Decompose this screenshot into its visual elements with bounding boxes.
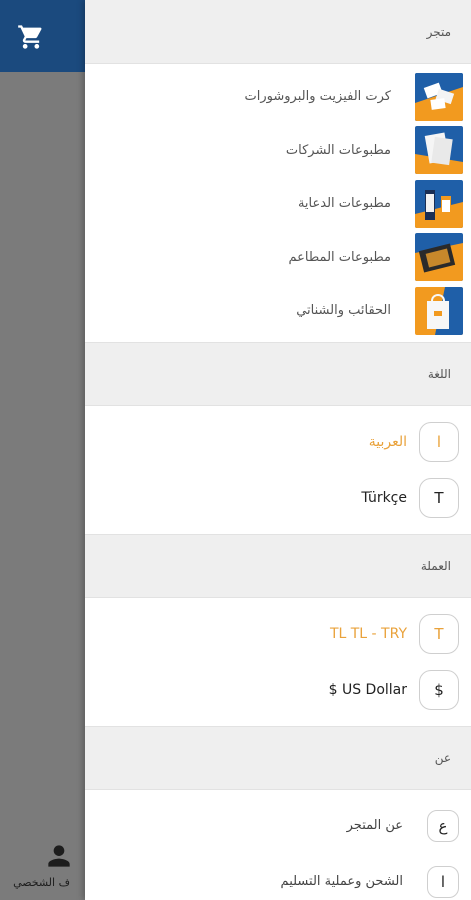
language-item-label: العربية <box>368 433 407 450</box>
language-item-turkish[interactable]: Türkçe T <box>85 470 471 526</box>
language-badge: ا <box>419 421 459 462</box>
currency-item-usd[interactable]: $ US Dollar $ <box>85 662 471 718</box>
bags-thumbnail <box>415 286 463 335</box>
store-item-bags[interactable]: الحقائب والشناتي <box>85 284 471 338</box>
about-item-shipping[interactable]: الشحن وعملية التسليم ا <box>85 854 471 900</box>
currency-list: TL TL - TRY T $ US Dollar $ <box>85 598 471 726</box>
about-item-label: عن المتجر <box>346 818 403 833</box>
language-section-title: اللغة <box>427 366 451 381</box>
store-section-title: متجر <box>426 24 451 39</box>
currency-item-label: TL TL - TRY <box>329 625 407 642</box>
about-badge: ع <box>427 809 459 842</box>
store-item-label: مطبوعات الشركات <box>285 142 391 158</box>
store-item-label: كرت الفيزيت والبروشورات <box>244 89 391 105</box>
store-item-restaurant-print[interactable]: مطبوعات المطاعم <box>85 231 471 285</box>
language-list: العربية ا Türkçe T <box>85 406 471 534</box>
navigation-drawer: متجر كرت الفيزيت والبروشورات مطبوعات الش… <box>85 0 471 900</box>
currency-item-label: $ US Dollar <box>328 681 407 698</box>
currency-badge: $ <box>419 669 459 710</box>
store-item-label: الحقائب والشناتي <box>296 303 391 319</box>
business-cards-thumbnail <box>415 72 463 121</box>
corporate-print-thumbnail <box>415 126 463 175</box>
person-icon <box>48 845 70 867</box>
store-item-label: مطبوعات الدعاية <box>297 196 391 212</box>
about-item-store[interactable]: عن المتجر ع <box>85 798 471 854</box>
shopping-cart-icon <box>18 25 42 49</box>
language-badge: T <box>419 477 459 518</box>
currency-badge: T <box>419 613 459 654</box>
about-item-label: الشحن وعملية التسليم <box>280 874 403 889</box>
restaurant-print-thumbnail <box>415 233 463 282</box>
store-section-header: متجر <box>85 0 471 64</box>
profile-tab[interactable]: ف الشخصي <box>0 836 88 900</box>
cart-button[interactable] <box>14 20 48 54</box>
advertising-print-thumbnail <box>415 179 463 228</box>
currency-section-header: العملة <box>85 533 471 598</box>
profile-tab-label: ف الشخصي <box>13 876 70 889</box>
store-item-advertising-print[interactable]: مطبوعات الدعاية <box>85 177 471 231</box>
currency-section-title: العملة <box>420 558 451 573</box>
about-badge: ا <box>427 865 459 898</box>
store-category-list: كرت الفيزيت والبروشورات مطبوعات الشركات <box>85 64 471 342</box>
about-section-header: عن <box>85 725 471 790</box>
store-item-label: مطبوعات المطاعم <box>288 249 391 265</box>
about-list: عن المتجر ع الشحن وعملية التسليم ا <box>85 790 471 900</box>
currency-item-try[interactable]: TL TL - TRY T <box>85 606 471 662</box>
about-section-title: عن <box>434 750 451 765</box>
store-item-business-cards[interactable]: كرت الفيزيت والبروشورات <box>85 70 471 124</box>
language-section-header: اللغة <box>85 341 471 406</box>
language-item-label: Türkçe <box>361 489 407 506</box>
store-item-corporate-print[interactable]: مطبوعات الشركات <box>85 124 471 178</box>
language-item-arabic[interactable]: العربية ا <box>85 414 471 470</box>
